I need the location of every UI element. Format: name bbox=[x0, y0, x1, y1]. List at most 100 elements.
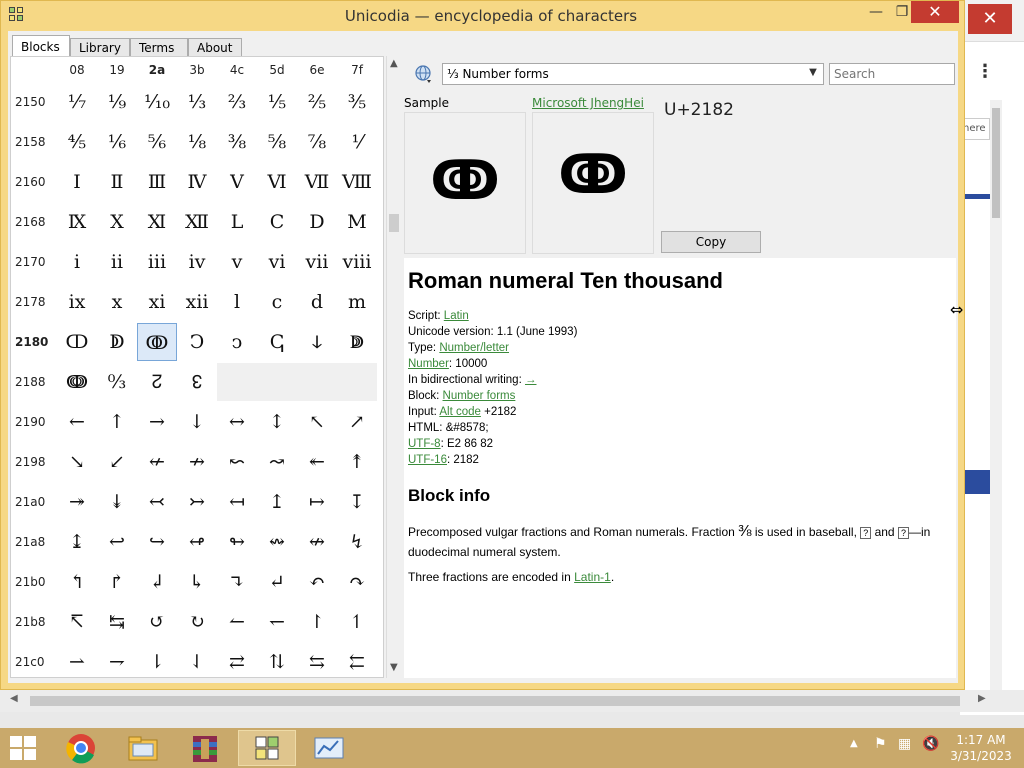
grid-character-cell[interactable]: ↜ bbox=[217, 443, 257, 481]
tab-terms[interactable]: Terms bbox=[130, 38, 188, 58]
grid-character-cell[interactable]: ⇁ bbox=[97, 643, 137, 679]
background-scroll-thumb[interactable] bbox=[992, 108, 1000, 218]
flag-icon[interactable]: ⚑ bbox=[874, 736, 887, 752]
grid-character-cell[interactable]: ⅚ bbox=[137, 123, 177, 161]
grid-character-cell[interactable]: Ↄ bbox=[177, 323, 217, 361]
grid-character-cell[interactable]: ↁ bbox=[97, 323, 137, 361]
scroll-left-arrow-icon[interactable]: ◀ bbox=[10, 693, 18, 704]
grid-character-cell[interactable]: ↇ bbox=[337, 323, 377, 361]
grid-character-cell[interactable]: ⅛ bbox=[177, 123, 217, 161]
grid-character-cell[interactable]: Ⅿ bbox=[337, 203, 377, 241]
minimize-button[interactable]: — bbox=[863, 1, 889, 23]
file-explorer-icon[interactable] bbox=[114, 730, 172, 766]
grid-character-cell[interactable]: ↠ bbox=[57, 483, 97, 521]
latin1-link[interactable]: Latin-1 bbox=[574, 570, 611, 584]
grid-character-cell[interactable]: ↕ bbox=[257, 403, 297, 441]
scroll-up-arrow-icon[interactable]: ▲ bbox=[390, 58, 398, 69]
grid-character-cell[interactable]: → bbox=[137, 403, 177, 441]
property-link[interactable]: Latin bbox=[444, 310, 469, 322]
grid-character-cell[interactable]: ↻ bbox=[177, 603, 217, 641]
grid-character-cell[interactable]: ↞ bbox=[297, 443, 337, 481]
grid-character-cell[interactable]: ⅘ bbox=[57, 123, 97, 161]
grid-character-cell[interactable]: Ⅽ bbox=[257, 203, 297, 241]
grid-character-cell[interactable]: ↨ bbox=[57, 523, 97, 561]
scroll-right-arrow-icon[interactable]: ▶ bbox=[978, 693, 986, 704]
copy-button[interactable]: Copy bbox=[661, 231, 761, 253]
grid-character-cell[interactable]: ↷ bbox=[337, 563, 377, 601]
horizontal-scroll-thumb[interactable] bbox=[30, 696, 960, 706]
globe-icon[interactable] bbox=[414, 64, 434, 84]
property-link[interactable]: UTF-8 bbox=[408, 438, 441, 450]
grid-character-cell[interactable]: Ⅲ bbox=[137, 163, 177, 201]
grid-character-cell[interactable]: ↿ bbox=[337, 603, 377, 641]
grid-character-cell[interactable]: ↆ bbox=[297, 323, 337, 361]
background-menu-icon[interactable]: ⋮ bbox=[976, 60, 994, 84]
grid-character-cell[interactable]: ⅲ bbox=[137, 243, 177, 281]
grid-character-cell[interactable]: ⇃ bbox=[177, 643, 217, 679]
grid-character-cell[interactable]: ⅸ bbox=[57, 283, 97, 321]
grid-character-cell[interactable]: ↈ bbox=[57, 363, 97, 401]
grid-character-cell[interactable]: ↋ bbox=[177, 363, 217, 401]
property-link[interactable]: Number/letter bbox=[439, 342, 509, 354]
grid-character-cell[interactable]: Ⅷ bbox=[337, 163, 377, 201]
grid-character-cell[interactable]: ⅱ bbox=[97, 243, 137, 281]
background-horizontal-scrollbar[interactable]: ◀ ▶ bbox=[0, 690, 1024, 712]
grid-character-cell[interactable]: ↣ bbox=[177, 483, 217, 521]
grid-character-cell[interactable]: ⅟ bbox=[337, 123, 377, 161]
grid-character-cell[interactable]: Ⅼ bbox=[217, 203, 257, 241]
grid-vertical-scrollbar[interactable]: ▲ ▼ bbox=[386, 56, 401, 678]
grid-character-cell[interactable]: ↭ bbox=[257, 523, 297, 561]
grid-character-cell[interactable]: ↸ bbox=[57, 603, 97, 641]
grid-character-cell[interactable]: ↚ bbox=[137, 443, 177, 481]
grid-character-cell[interactable]: Ⅸ bbox=[57, 203, 97, 241]
grid-character-cell[interactable]: ↾ bbox=[297, 603, 337, 641]
grid-character-cell[interactable]: ↅ bbox=[257, 323, 297, 361]
grid-character-cell[interactable]: ↀ bbox=[57, 323, 97, 361]
grid-character-cell[interactable]: ↥ bbox=[257, 483, 297, 521]
show-hidden-icons-icon[interactable]: ▲ bbox=[850, 738, 858, 749]
grid-character-cell[interactable]: ↰ bbox=[57, 563, 97, 601]
grid-character-cell[interactable]: ⇇ bbox=[337, 643, 377, 679]
grid-character-cell[interactable]: Ⅾ bbox=[297, 203, 337, 241]
grid-character-cell[interactable]: ⅼ bbox=[217, 283, 257, 321]
grid-character-cell[interactable]: ↔ bbox=[217, 403, 257, 441]
network-icon[interactable]: ▦ bbox=[898, 736, 911, 752]
grid-character-cell[interactable]: Ⅱ bbox=[97, 163, 137, 201]
background-vertical-scrollbar[interactable] bbox=[990, 100, 1002, 690]
grid-character-cell[interactable]: Ⅶ bbox=[297, 163, 337, 201]
grid-character-cell[interactable]: ↲ bbox=[137, 563, 177, 601]
grid-character-cell[interactable]: ⅔ bbox=[217, 83, 257, 121]
block-select[interactable]: ⅓ Number forms ▼ bbox=[442, 63, 824, 85]
tab-about[interactable]: About bbox=[188, 38, 242, 58]
property-link[interactable]: UTF-16 bbox=[408, 454, 447, 466]
winrar-icon[interactable] bbox=[176, 730, 234, 766]
grid-character-cell[interactable]: ⇀ bbox=[57, 643, 97, 679]
grid-character-cell[interactable]: ↘ bbox=[57, 443, 97, 481]
grid-character-cell[interactable]: ↗ bbox=[337, 403, 377, 441]
grid-character-cell[interactable]: ↧ bbox=[337, 483, 377, 521]
grid-character-cell[interactable]: ↉ bbox=[97, 363, 137, 401]
grid-character-cell[interactable]: ↪ bbox=[137, 523, 177, 561]
grid-character-cell[interactable]: ↤ bbox=[217, 483, 257, 521]
search-input[interactable] bbox=[829, 63, 955, 85]
grid-character-cell[interactable]: ⅜ bbox=[217, 123, 257, 161]
grid-character-cell[interactable]: Ⅵ bbox=[257, 163, 297, 201]
grid-character-cell[interactable]: ⅖ bbox=[297, 83, 337, 121]
grid-character-cell[interactable]: ⅞ bbox=[297, 123, 337, 161]
grid-character-cell[interactable]: Ⅺ bbox=[137, 203, 177, 241]
grid-character-cell[interactable]: Ⅴ bbox=[217, 163, 257, 201]
grid-character-cell[interactable]: ⅕ bbox=[257, 83, 297, 121]
grid-character-cell[interactable]: ⅾ bbox=[297, 283, 337, 321]
grid-character-cell[interactable]: ↝ bbox=[257, 443, 297, 481]
grid-character-cell[interactable]: Ⅹ bbox=[97, 203, 137, 241]
grid-character-cell[interactable]: Ⅳ bbox=[177, 163, 217, 201]
control-panel-icon[interactable] bbox=[300, 730, 358, 766]
grid-character-cell[interactable]: ↙ bbox=[97, 443, 137, 481]
grid-character-cell[interactable]: ⅷ bbox=[337, 243, 377, 281]
grid-character-cell[interactable]: ⅽ bbox=[257, 283, 297, 321]
grid-character-cell[interactable]: ↵ bbox=[257, 563, 297, 601]
grid-character-cell[interactable]: ↊ bbox=[137, 363, 177, 401]
grid-character-cell[interactable]: ↽ bbox=[257, 603, 297, 641]
grid-character-cell[interactable]: ↖ bbox=[297, 403, 337, 441]
grid-character-cell[interactable]: ↳ bbox=[177, 563, 217, 601]
